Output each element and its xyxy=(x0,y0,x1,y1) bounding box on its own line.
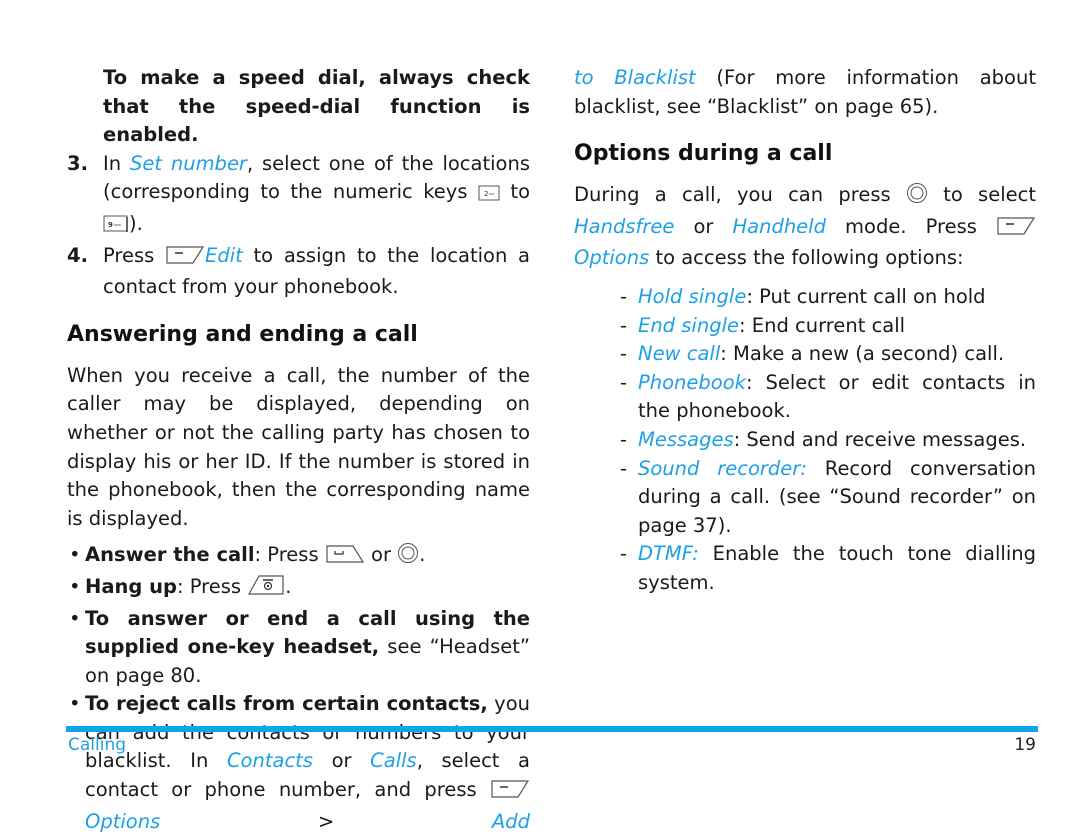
step-number: 3. xyxy=(67,151,88,175)
right-column: to Blacklist (For more information about… xyxy=(574,64,1036,598)
option-name[interactable]: End single xyxy=(638,314,739,337)
set-number-link[interactable]: Set number xyxy=(130,152,247,175)
blacklist-continuation: to Blacklist (For more information about… xyxy=(574,64,1036,121)
option-item: - End single: End current call xyxy=(574,312,1036,341)
options-link[interactable]: Options xyxy=(85,810,160,833)
option-sep xyxy=(699,542,713,565)
intro-text: to select xyxy=(927,183,1036,207)
edit-link[interactable]: Edit xyxy=(205,244,243,267)
options-link[interactable]: Options xyxy=(574,246,649,269)
option-item: - Hold single: Put current call on hold xyxy=(574,283,1036,312)
bullet-bold: Hang up xyxy=(85,574,177,598)
step-3: 3. In Set number, select one of the loca… xyxy=(67,150,530,242)
option-desc: End current call xyxy=(751,313,906,337)
option-item: - DTMF: Enable the touch tone dialling sy… xyxy=(574,540,1036,597)
option-sep: : xyxy=(746,284,760,308)
contacts-link[interactable]: Contacts xyxy=(227,749,313,772)
intro-text: to access the following options: xyxy=(649,246,964,270)
option-desc: Send and receive messages. xyxy=(746,427,1027,451)
option-item: - Sound recorder: Record conversation dur… xyxy=(574,455,1036,541)
page-number: 19 xyxy=(1014,735,1036,755)
navigation-center-key-icon xyxy=(906,182,928,213)
bullet-bold: Answer the call xyxy=(85,543,255,567)
dash: - xyxy=(620,342,628,366)
left-softkey-icon xyxy=(165,245,205,274)
bullet-text: or xyxy=(364,543,398,567)
step-text: ). xyxy=(129,211,143,235)
navigation-center-key-icon xyxy=(397,542,419,573)
left-softkey-icon xyxy=(996,216,1036,245)
step-4: 4. Press Edit to assign to the location … xyxy=(67,242,530,302)
left-column: To make a speed dial, always check that … xyxy=(67,64,530,836)
footer-rule xyxy=(66,726,1038,732)
option-name[interactable]: DTMF: xyxy=(638,542,699,565)
bullet-text: or xyxy=(312,749,371,773)
bullet-text: . xyxy=(419,543,426,567)
options-list: - Hold single: Put current call on hold -… xyxy=(574,283,1036,598)
option-item: - New call: Make a new (a second) call. xyxy=(574,340,1036,369)
bullet-dot: • xyxy=(69,543,81,567)
bullet-bold: To reject calls from certain contacts, xyxy=(85,692,488,716)
option-name[interactable]: Sound recorder: xyxy=(638,457,807,480)
step-text: In xyxy=(103,151,130,175)
key-2-icon: 2 xyxy=(478,181,500,210)
call-key-icon xyxy=(325,544,365,573)
intro-text: During a call, you can press xyxy=(574,183,906,207)
option-name[interactable]: Phonebook xyxy=(638,371,746,394)
step-text: to xyxy=(499,180,530,204)
option-name[interactable]: New call xyxy=(638,342,720,365)
svg-text:2: 2 xyxy=(484,190,488,198)
bullet-hang-up: • Hang up: Press . xyxy=(67,573,530,605)
svg-text:9: 9 xyxy=(108,221,113,229)
to-blacklist-link[interactable]: to Blacklist xyxy=(574,66,696,89)
footer-section-title: Calling xyxy=(68,735,127,755)
add-link[interactable]: Add xyxy=(492,810,530,833)
section-heading-options: Options during a call xyxy=(574,141,833,167)
option-name[interactable]: Messages xyxy=(638,428,734,451)
section-heading-answering: Answering and ending a call xyxy=(67,321,418,347)
dash: - xyxy=(620,427,628,451)
bullet-text: > xyxy=(160,809,492,833)
step-text: Press xyxy=(103,243,166,267)
dash: - xyxy=(620,370,628,394)
dash: - xyxy=(620,456,628,480)
speed-dial-note: To make a speed dial, always check that … xyxy=(103,66,530,147)
intro-text: or xyxy=(674,214,733,238)
dash: - xyxy=(620,313,628,337)
bullet-text: . xyxy=(285,574,292,598)
dash: - xyxy=(620,284,628,308)
options-intro: During a call, you can press to select H… xyxy=(574,181,1036,273)
bullet-reject-calls: • To reject calls from certain contacts,… xyxy=(67,690,530,836)
bullet-text: : Press xyxy=(176,574,248,598)
option-name[interactable]: Hold single xyxy=(638,285,746,308)
option-item: - Phonebook: Select or edit contacts in t… xyxy=(574,369,1036,426)
bullet-headset: • To answer or end a call using the supp… xyxy=(67,605,530,691)
intro-text: mode. Press xyxy=(825,214,996,238)
answering-bullets: • Answer the call: Press or . • Hang up:… xyxy=(67,541,530,836)
bullet-dot: • xyxy=(69,606,81,630)
handsfree-link[interactable]: Handsfree xyxy=(574,215,674,238)
option-sep xyxy=(807,457,825,480)
bullet-dot: • xyxy=(69,692,81,716)
calls-link[interactable]: Calls xyxy=(370,749,417,772)
option-sep: : xyxy=(739,313,752,337)
option-desc: Put current call on hold xyxy=(759,284,986,308)
handheld-link[interactable]: Handheld xyxy=(732,215,826,238)
key-9-icon: 9 xyxy=(103,213,129,242)
step-number: 4. xyxy=(67,243,88,267)
answering-intro: When you receive a call, the number of t… xyxy=(67,363,530,530)
dash: - xyxy=(620,542,628,566)
option-item: - Messages: Send and receive messages. xyxy=(574,426,1036,455)
end-key-icon xyxy=(247,574,285,605)
option-desc: Make a new (a second) call. xyxy=(733,342,1005,366)
option-sep: : xyxy=(745,370,766,394)
option-sep: : xyxy=(733,427,747,451)
left-softkey-icon xyxy=(490,779,530,808)
bullet-answer-call: • Answer the call: Press or . xyxy=(67,541,530,573)
bullet-text: : Press xyxy=(254,543,325,567)
bullet-dot: • xyxy=(69,574,81,598)
option-sep: : xyxy=(720,342,734,366)
